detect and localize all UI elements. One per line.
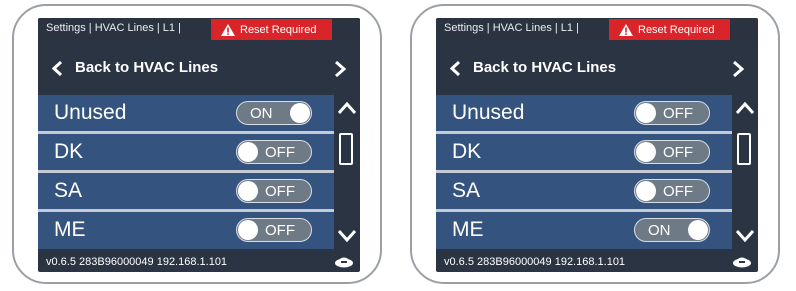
chevron-left-icon [450,61,461,76]
line-label: ME [452,218,484,241]
chevron-left-icon [52,61,63,76]
breadcrumb: Settings | HVAC Lines | L1 | [46,22,181,34]
device-panel-right: Settings | HVAC Lines | L1 | Reset Requi… [410,4,784,286]
toggle-switch[interactable]: OFF [634,101,710,125]
list-item: ME OFF [38,212,334,249]
reset-required-label: Reset Required [638,23,715,36]
touch-screen: Settings | HVAC Lines | L1 | Reset Requi… [436,18,758,272]
toggle-knob [636,103,656,123]
top-bar: Settings | HVAC Lines | L1 | Reset Requi… [38,18,360,40]
scroll-down-icon[interactable] [337,229,357,243]
list-item: Unused ON [38,95,334,131]
list-item: DK OFF [38,134,334,170]
line-label: DK [54,140,84,163]
chevron-right-icon[interactable] [732,61,744,77]
warning-icon [221,23,235,36]
logo-icon [335,257,353,268]
line-label: SA [54,179,83,202]
scrollbar[interactable] [732,95,758,249]
toggle-switch[interactable]: OFF [634,179,710,203]
toggle-switch[interactable]: OFF [236,218,312,242]
reset-required-badge[interactable]: Reset Required [609,19,730,40]
toggle-knob [636,142,656,162]
line-label: ME [54,218,86,241]
scroll-thumb[interactable] [339,133,353,165]
toggle-switch[interactable]: OFF [634,140,710,164]
version-info: v0.6.5 283B96000049 192.168.1.101 [444,256,626,268]
hvac-line-list: Unused ON DK OFF SA OFF ME OFF [38,95,334,249]
list-item: DK OFF [436,134,732,170]
status-footer: v0.6.5 283B96000049 192.168.1.101 [436,252,758,272]
toggle-knob [238,181,258,201]
toggle-knob [238,142,258,162]
toggle-knob [238,220,258,240]
line-label: Unused [54,101,127,124]
toggle-state: ON [250,105,273,122]
toggle-state: OFF [265,183,295,200]
logo-icon [733,257,751,268]
back-button[interactable]: Back to HVAC Lines [436,48,758,88]
hvac-line-list: Unused OFF DK OFF SA OFF ME ON [436,95,732,249]
toggle-knob [290,103,310,123]
chevron-right-icon[interactable] [334,61,346,77]
warning-icon [619,23,633,36]
toggle-state: OFF [663,105,693,122]
list-item: SA OFF [38,173,334,209]
status-footer: v0.6.5 283B96000049 192.168.1.101 [38,252,360,272]
touch-screen: Settings | HVAC Lines | L1 | Reset Requi… [38,18,360,272]
device-panel-left: Settings | HVAC Lines | L1 | Reset Requi… [12,4,386,286]
line-label: Unused [452,101,525,124]
scroll-up-icon[interactable] [337,101,357,115]
line-label: DK [452,140,482,163]
back-label: Back to HVAC Lines [75,59,219,76]
list-item: Unused OFF [436,95,732,131]
toggle-switch[interactable]: OFF [236,140,312,164]
breadcrumb: Settings | HVAC Lines | L1 | [444,22,579,34]
list-item: ME ON [436,212,732,249]
toggle-knob [636,181,656,201]
back-button[interactable]: Back to HVAC Lines [38,48,360,88]
toggle-switch[interactable]: ON [634,218,710,242]
toggle-switch[interactable]: OFF [236,179,312,203]
scroll-down-icon[interactable] [735,229,755,243]
toggle-state: OFF [265,222,295,239]
scroll-up-icon[interactable] [735,101,755,115]
reset-required-badge[interactable]: Reset Required [211,19,332,40]
toggle-state: OFF [663,144,693,161]
version-info: v0.6.5 283B96000049 192.168.1.101 [46,256,228,268]
list-item: SA OFF [436,173,732,209]
toggle-knob [688,220,708,240]
line-label: SA [452,179,481,202]
toggle-switch[interactable]: ON [236,101,312,125]
toggle-state: ON [648,222,671,239]
reset-required-label: Reset Required [240,23,317,36]
scrollbar[interactable] [334,95,360,249]
toggle-state: OFF [265,144,295,161]
scroll-thumb[interactable] [737,133,751,165]
top-bar: Settings | HVAC Lines | L1 | Reset Requi… [436,18,758,40]
toggle-state: OFF [663,183,693,200]
back-label: Back to HVAC Lines [473,59,617,76]
